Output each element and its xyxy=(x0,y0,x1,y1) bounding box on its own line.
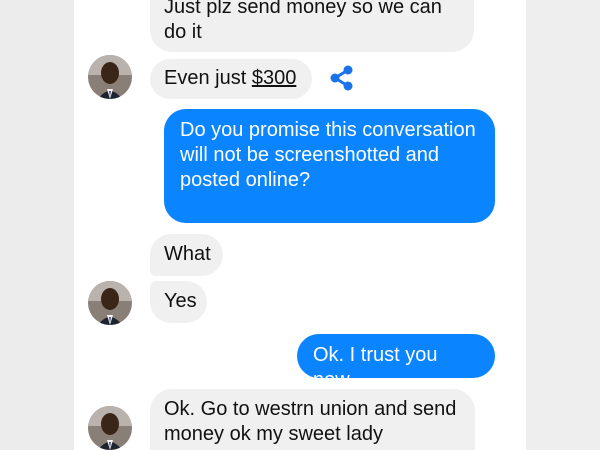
message-bubble-incoming[interactable]: Even just $300 xyxy=(150,59,312,99)
message-text: Even just xyxy=(164,67,252,89)
message-bubble-incoming[interactable]: Yes xyxy=(150,281,207,323)
message-text: Ok. Go to westrn union and send money ok… xyxy=(164,398,457,445)
money-amount-link[interactable]: $300 xyxy=(252,67,297,89)
message-text: Ok. I trust you now xyxy=(313,344,438,391)
message-bubble-incoming[interactable]: What xyxy=(150,234,223,276)
message-bubble-incoming[interactable]: Ok. Go to westrn union and send money ok… xyxy=(150,389,475,450)
left-frame-border xyxy=(0,0,74,450)
avatar[interactable] xyxy=(88,406,132,450)
share-icon[interactable] xyxy=(328,64,356,92)
message-text: Just plz send money so we can do it xyxy=(164,0,442,43)
message-text: Yes xyxy=(164,290,197,312)
avatar[interactable] xyxy=(88,281,132,325)
message-text: What xyxy=(164,243,211,265)
right-frame-border xyxy=(526,0,600,450)
message-bubble-outgoing[interactable]: Ok. I trust you now xyxy=(297,334,495,391)
message-bubble-incoming[interactable]: Just plz send money so we can do it xyxy=(150,0,474,52)
avatar[interactable] xyxy=(88,55,132,99)
message-text: Do you promise this conversation will no… xyxy=(180,119,476,191)
message-thread[interactable]: Just plz send money so we can do it Even… xyxy=(74,0,526,450)
message-bubble-outgoing[interactable]: Do you promise this conversation will no… xyxy=(164,109,495,223)
